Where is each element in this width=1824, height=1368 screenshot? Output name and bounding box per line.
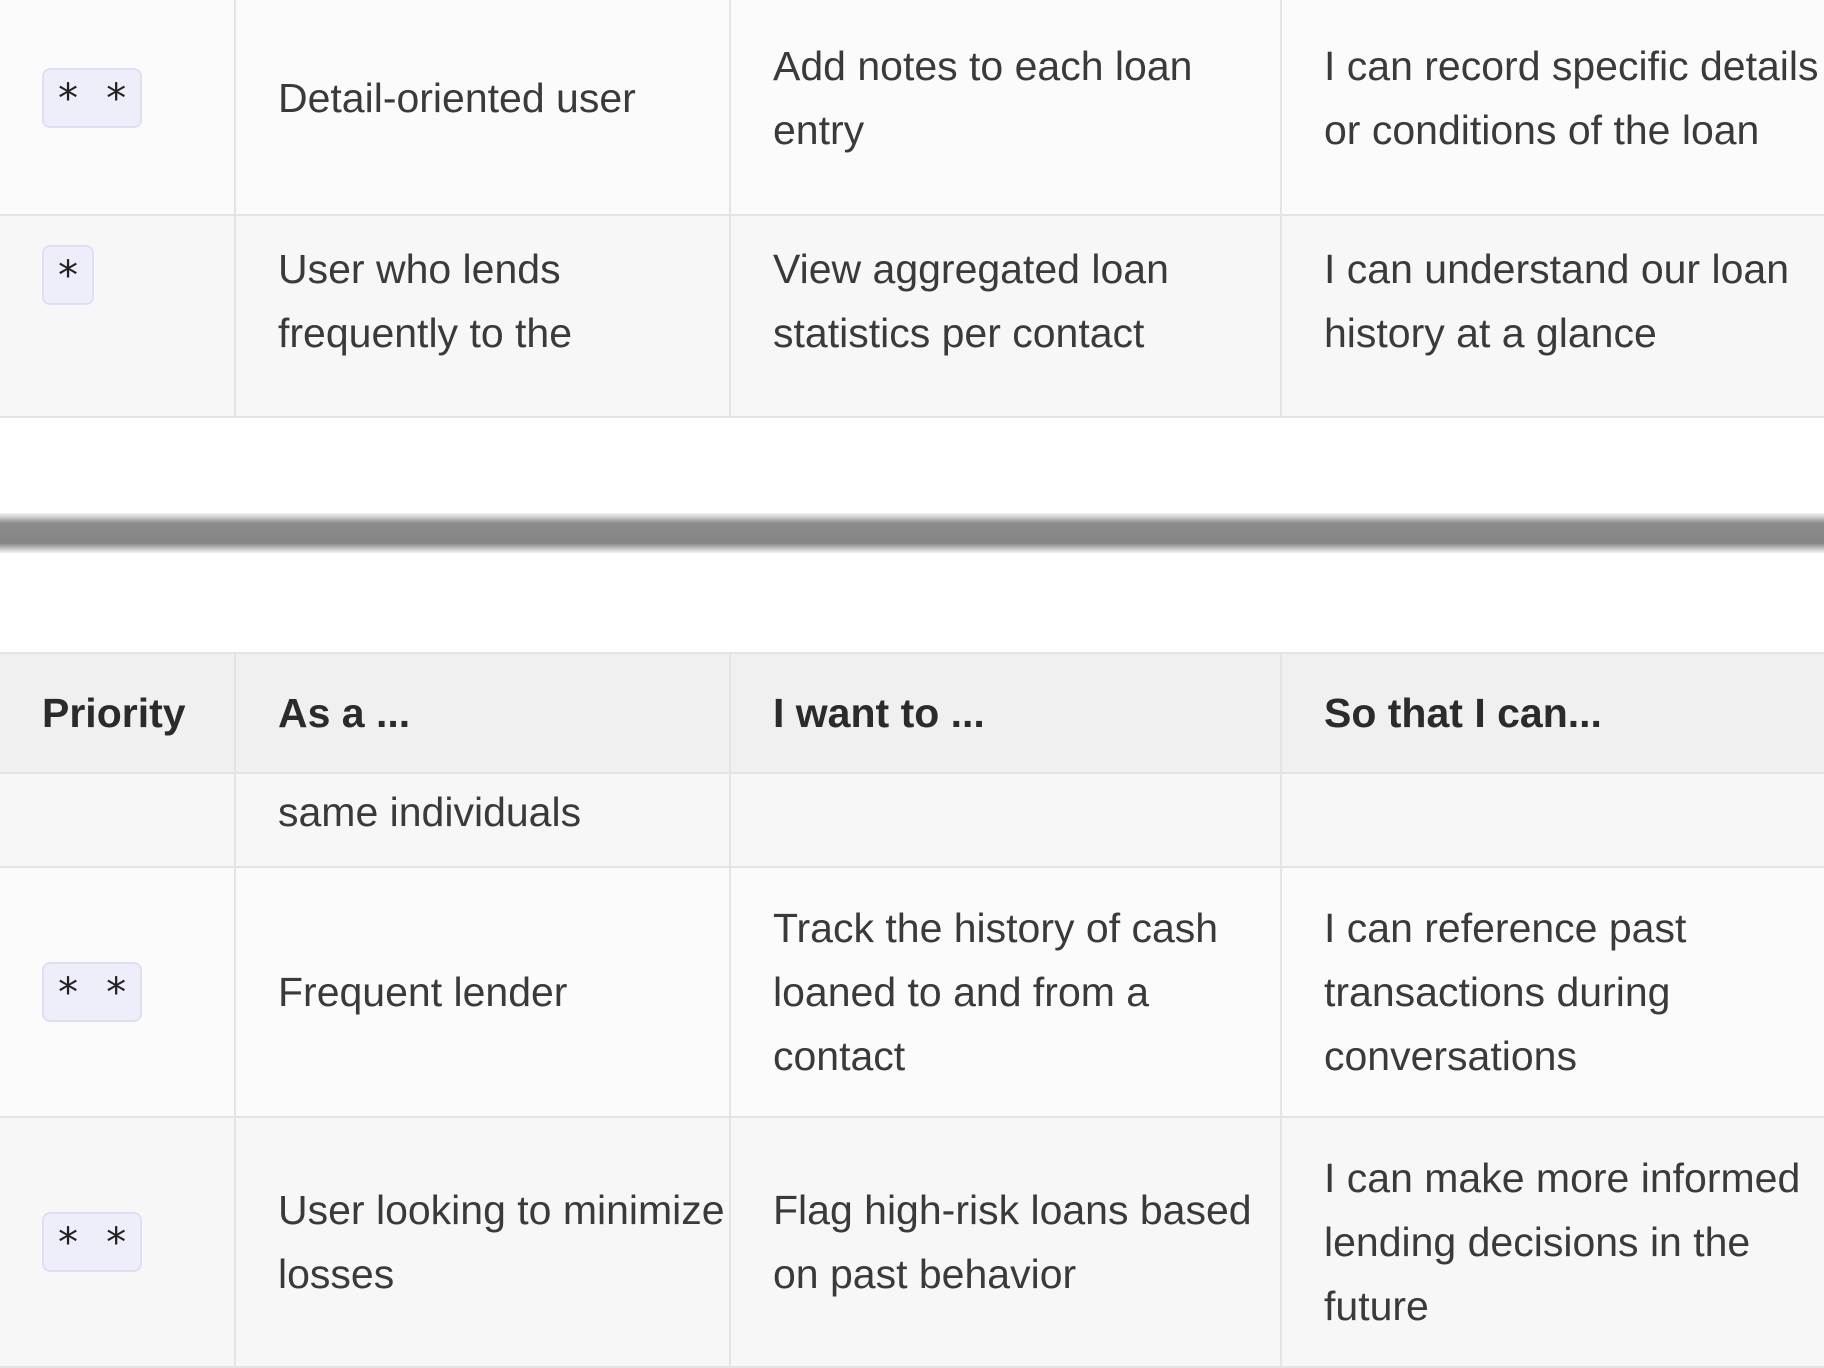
table-row: * * Frequent lender Track the history of…	[0, 866, 1824, 1118]
table-header-row: Priority As a ... I want to ... So that …	[0, 652, 1824, 774]
header-priority: Priority	[0, 652, 236, 774]
so-that-cell	[1280, 772, 1824, 868]
priority-badge: * *	[42, 962, 143, 1022]
priority-cell	[0, 772, 236, 868]
priority-cell: * *	[0, 866, 236, 1118]
want-cell: Track the history of cash loaned to and …	[729, 866, 1282, 1118]
so-that-cell: I can record specific details or conditi…	[1280, 0, 1824, 216]
header-as-a: As a ...	[234, 652, 731, 774]
table-row: * * User looking to minimize losses Flag…	[0, 1116, 1824, 1368]
table-row: same individuals	[0, 772, 1824, 868]
page-break-divider	[0, 513, 1824, 553]
header-so-that: So that I can...	[1280, 652, 1824, 774]
user-stories-table-top: * * Detail-oriented user Add notes to ea…	[0, 0, 1824, 418]
as-a-cell: User looking to minimize losses	[234, 1116, 731, 1368]
table-row: * User who lends frequently to the View …	[0, 214, 1824, 418]
priority-badge: * *	[42, 1212, 143, 1272]
table-row: * * Detail-oriented user Add notes to ea…	[0, 0, 1824, 216]
so-that-cell: I can reference past transactions during…	[1280, 866, 1824, 1118]
so-that-cell: I can understand our loan history at a g…	[1280, 214, 1824, 418]
priority-badge: *	[42, 245, 95, 305]
want-cell: Add notes to each loan entry	[729, 0, 1282, 216]
header-want: I want to ...	[729, 652, 1282, 774]
as-a-cell: same individuals	[234, 772, 731, 868]
so-that-cell: I can make more informed lending decisio…	[1280, 1116, 1824, 1368]
priority-badge: * *	[42, 68, 143, 128]
priority-cell: * *	[0, 0, 236, 216]
want-cell: View aggregated loan statistics per cont…	[729, 214, 1282, 418]
priority-cell: * *	[0, 1116, 236, 1368]
user-stories-table-bottom: Priority As a ... I want to ... So that …	[0, 652, 1824, 1368]
want-cell: Flag high-risk loans based on past behav…	[729, 1116, 1282, 1368]
priority-cell: *	[0, 214, 236, 418]
as-a-cell: Detail-oriented user	[234, 0, 731, 216]
want-cell	[729, 772, 1282, 868]
as-a-cell: Frequent lender	[234, 866, 731, 1118]
as-a-cell: User who lends frequently to the	[234, 214, 731, 418]
